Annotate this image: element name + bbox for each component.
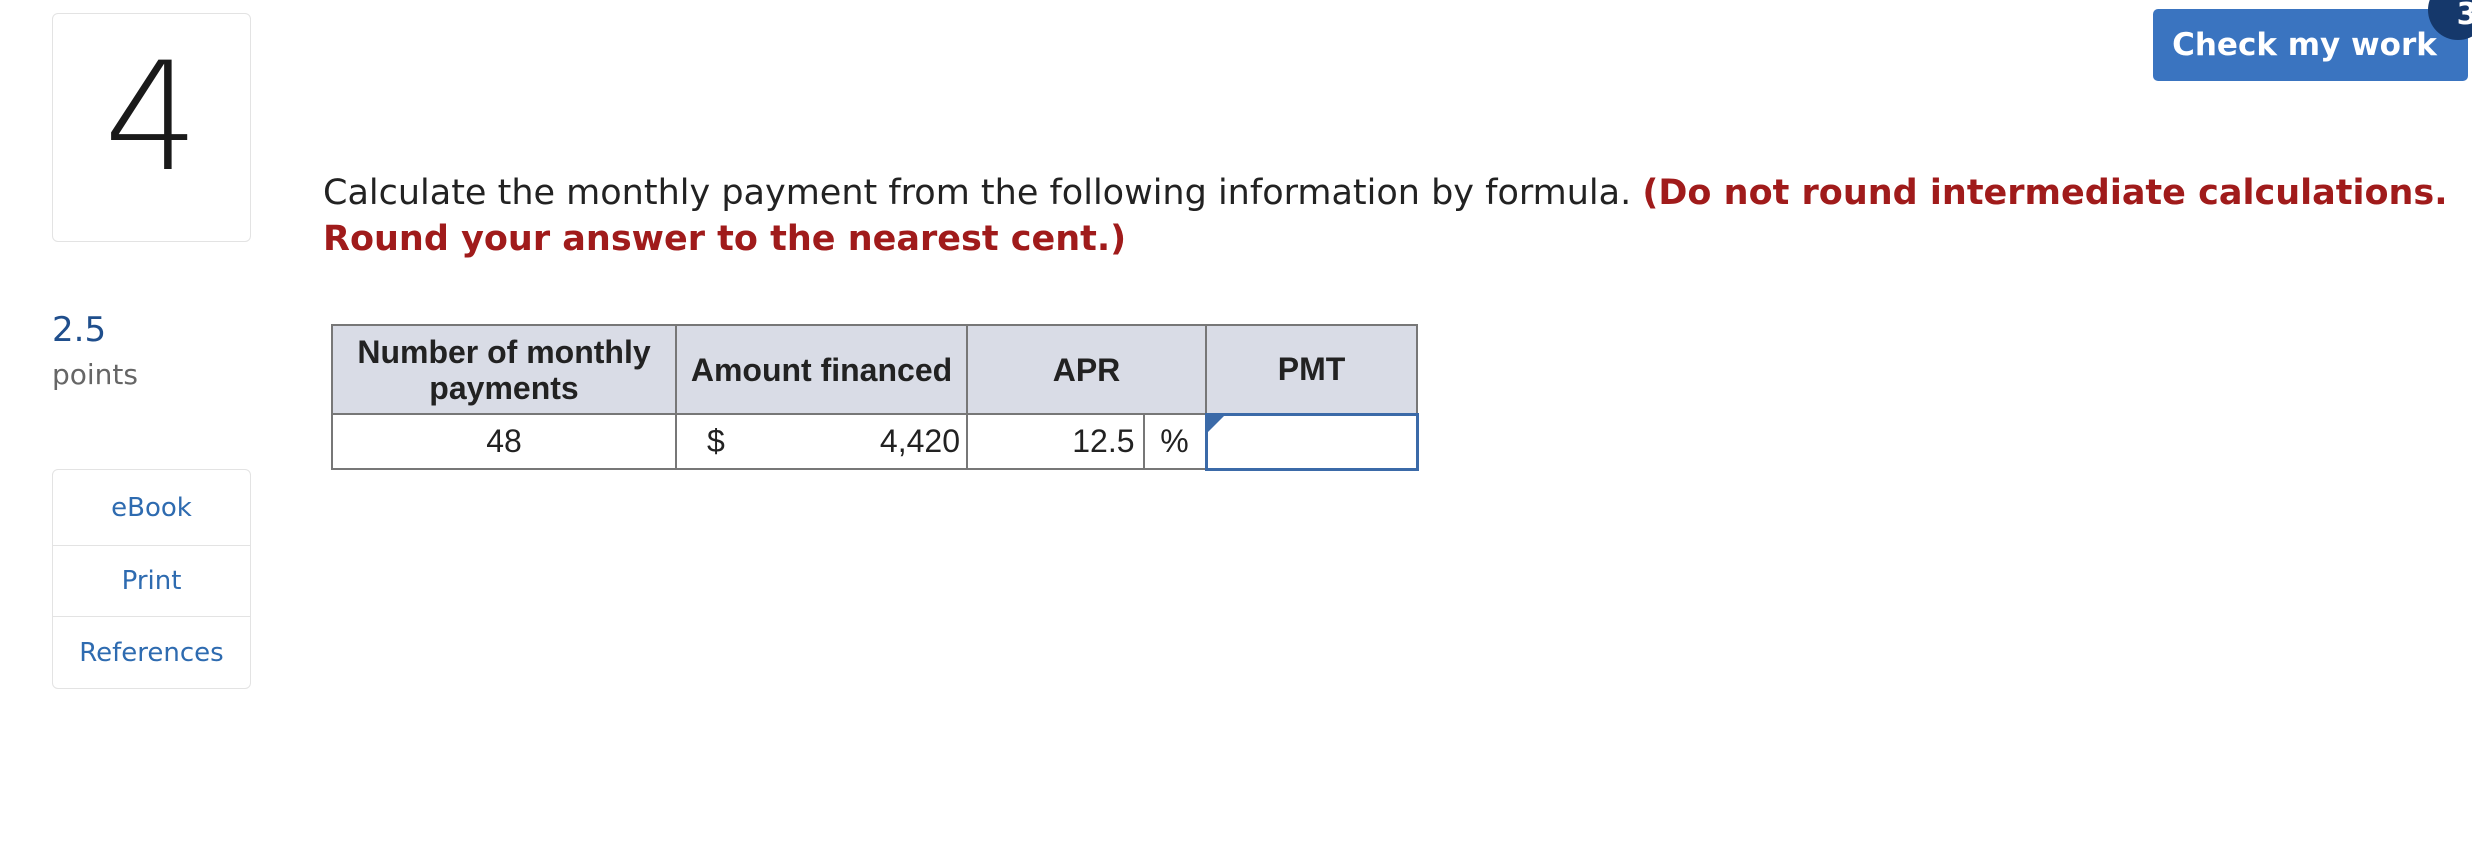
points-label: points — [52, 358, 138, 391]
pmt-input[interactable] — [1207, 415, 1416, 468]
number-of-payments-value: 48 — [331, 413, 677, 470]
percent-symbol: % — [1160, 423, 1189, 459]
print-link[interactable]: Print — [53, 546, 250, 617]
apr-value: 12.5 — [968, 415, 1145, 468]
amount-financed-cell: $ 4,420 — [675, 413, 968, 470]
question-prompt: Calculate the monthly payment from the f… — [323, 170, 2453, 262]
references-link[interactable]: References — [53, 617, 250, 688]
apr-cell: 12.5 % — [966, 413, 1207, 470]
cell-flag-icon — [1207, 415, 1224, 432]
points-value: 2.5 — [52, 310, 107, 350]
table-row: 48 $ 4,420 12.5 % — [331, 412, 1419, 471]
header-number-of-payments: Number of monthly payments — [331, 324, 677, 415]
header-apr: APR — [966, 324, 1207, 415]
resource-links: eBook Print References — [52, 469, 251, 689]
header-pmt: PMT — [1205, 324, 1418, 415]
header-amount-financed: Amount financed — [675, 324, 968, 415]
ebook-link[interactable]: eBook — [53, 470, 250, 546]
check-my-work-button[interactable]: Check my work — [2153, 9, 2468, 81]
question-number-card: 4 — [52, 13, 251, 242]
prompt-text: Calculate the monthly payment from the f… — [323, 173, 1632, 213]
question-number: 4 — [103, 30, 200, 205]
pmt-answer-cell — [1204, 412, 1419, 471]
currency-symbol: $ — [707, 423, 725, 459]
payment-table: Number of monthly payments Amount financ… — [331, 324, 1419, 471]
amount-financed-value: 4,420 — [879, 423, 960, 459]
